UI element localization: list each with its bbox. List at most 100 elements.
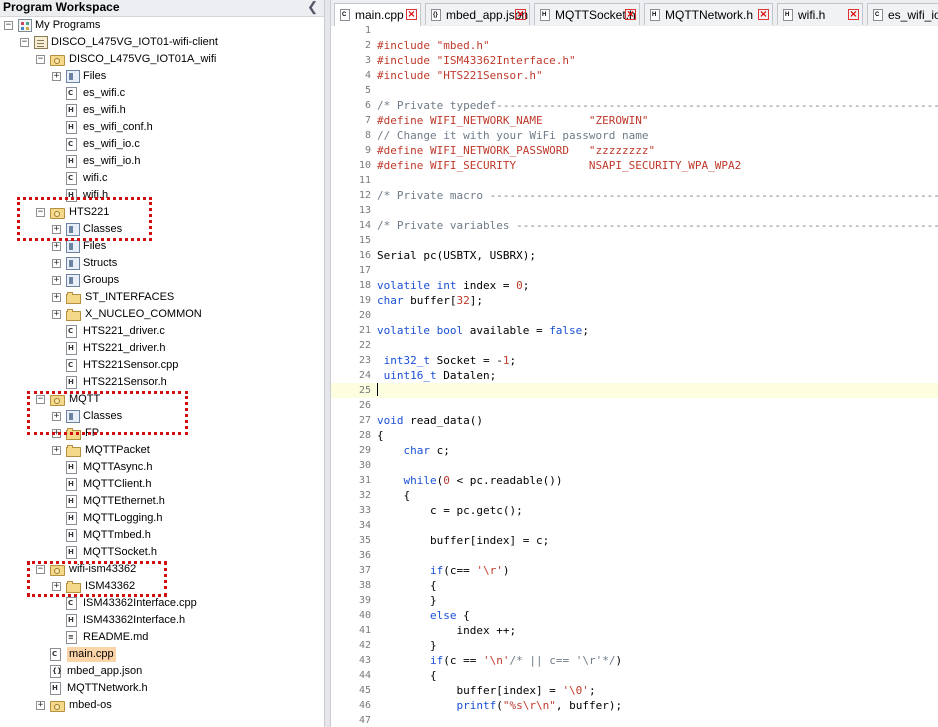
code-token: buffer[index] = c; bbox=[377, 534, 550, 547]
tree-item[interactable]: Ces_wifi.c bbox=[0, 85, 324, 102]
tree-item[interactable]: Ces_wifi_io.c bbox=[0, 136, 324, 153]
tree-item[interactable]: − DISCO_L475VG_IOT01A_wifi bbox=[0, 51, 324, 68]
tab-label: MQTTNetwork.h bbox=[665, 8, 754, 22]
code-line: 39 } bbox=[331, 593, 938, 608]
tree-item[interactable]: ≡ README.md bbox=[0, 629, 324, 646]
collapse-icon[interactable]: − bbox=[36, 395, 45, 404]
expand-icon[interactable]: + bbox=[52, 242, 61, 251]
collapse-icon[interactable]: − bbox=[20, 38, 29, 47]
tree-item[interactable]: H MQTTClient.h bbox=[0, 476, 324, 493]
tree-item[interactable]: + Files bbox=[0, 238, 324, 255]
tree-item[interactable]: + mbed-os bbox=[0, 697, 324, 714]
collapse-icon[interactable]: − bbox=[36, 208, 45, 217]
tree-item[interactable]: H MQTTmbed.h bbox=[0, 527, 324, 544]
code-line: 45 buffer[index] = '\0'; bbox=[331, 683, 938, 698]
tree-item[interactable]: + ISM43362 bbox=[0, 578, 324, 595]
line-number: 45 bbox=[358, 685, 371, 696]
tab-es-wifi-io-c[interactable]: Ces_wifi_io.c× bbox=[867, 3, 938, 25]
tree-item[interactable]: + MQTTPacket bbox=[0, 442, 324, 459]
tree-item-label: main.cpp bbox=[67, 647, 116, 662]
expand-icon[interactable]: + bbox=[52, 225, 61, 234]
collapse-icon[interactable]: − bbox=[36, 565, 45, 574]
tree-item[interactable]: H HTS221Sensor.h bbox=[0, 374, 324, 391]
file-icon: H bbox=[50, 682, 61, 695]
tree-item[interactable]: H MQTTEthernet.h bbox=[0, 493, 324, 510]
expand-icon[interactable]: + bbox=[52, 293, 61, 302]
expand-icon[interactable]: + bbox=[36, 701, 45, 710]
tree-item[interactable]: − wifi-ism43362 bbox=[0, 561, 324, 578]
code-token: buffer[index] = bbox=[377, 684, 563, 697]
line-number: 42 bbox=[358, 640, 371, 651]
tree-item[interactable]: Hes_wifi_io.h bbox=[0, 153, 324, 170]
tree-item[interactable]: H MQTTNetwork.h bbox=[0, 680, 324, 697]
code-text: Serial pc(USBTX, USBRX); bbox=[377, 248, 536, 263]
code-token: #define WIFI_SECURITY NSAPI_SECURITY_WPA… bbox=[377, 159, 742, 172]
tab-mqttsocket-h[interactable]: H MQTTSocket.h × bbox=[534, 3, 640, 25]
tree-item[interactable]: + ST_INTERFACES bbox=[0, 289, 324, 306]
tree-item[interactable]: + FP bbox=[0, 425, 324, 442]
tree-item[interactable]: C HTS221_driver.c bbox=[0, 323, 324, 340]
close-icon[interactable]: × bbox=[848, 9, 859, 20]
close-icon[interactable]: × bbox=[625, 9, 636, 20]
expand-icon[interactable]: + bbox=[52, 276, 61, 285]
tree-item-label: MQTTLogging.h bbox=[83, 512, 163, 524]
tree-item[interactable]: + Groups bbox=[0, 272, 324, 289]
tree-item[interactable]: + Classes bbox=[0, 221, 324, 238]
close-icon[interactable]: × bbox=[758, 9, 769, 20]
tab-mbed-app-json[interactable]: {} mbed_app.json × bbox=[425, 3, 530, 25]
expand-icon[interactable]: + bbox=[52, 310, 61, 319]
tree-item[interactable]: − HTS221 bbox=[0, 204, 324, 221]
tree-item[interactable]: {} mbed_app.json bbox=[0, 663, 324, 680]
tree-item[interactable]: + Structs bbox=[0, 255, 324, 272]
expand-icon[interactable]: + bbox=[52, 259, 61, 268]
code-line: 10 #define WIFI_SECURITY NSAPI_SECURITY_W… bbox=[331, 158, 938, 173]
tree-item-label: es_wifi.c bbox=[83, 87, 126, 99]
tree-item[interactable]: + Classes bbox=[0, 408, 324, 425]
tree-item[interactable]: − My Programs bbox=[0, 17, 324, 34]
tree-item[interactable]: + Files bbox=[0, 68, 324, 85]
tree-item[interactable]: C ISM43362Interface.cpp bbox=[0, 595, 324, 612]
tree-item[interactable]: − MQTT bbox=[0, 391, 324, 408]
tree-item[interactable]: Hes_wifi.h bbox=[0, 102, 324, 119]
expand-icon[interactable]: + bbox=[52, 429, 61, 438]
close-icon[interactable]: × bbox=[406, 9, 417, 20]
tree-item[interactable]: H ISM43362Interface.h bbox=[0, 612, 324, 629]
tree-item[interactable]: C HTS221Sensor.cpp bbox=[0, 357, 324, 374]
line-number: 9 bbox=[364, 145, 371, 156]
collapse-icon[interactable]: − bbox=[4, 21, 13, 30]
code-line: 13 bbox=[331, 203, 938, 218]
collapse-icon[interactable]: − bbox=[36, 55, 45, 64]
chevron-left-icon[interactable]: ❮ bbox=[307, 0, 318, 14]
tree-item-label: Files bbox=[83, 70, 107, 82]
expand-icon[interactable]: + bbox=[52, 72, 61, 81]
tree-item[interactable]: + X_NUCLEO_COMMON bbox=[0, 306, 324, 323]
tree-item[interactable]: Hwifi.h bbox=[0, 187, 324, 204]
tree-item[interactable]: − DISCO_L475VG_IOT01-wifi-client bbox=[0, 34, 324, 51]
tab-label: MQTTSocket.h bbox=[555, 8, 636, 22]
line-number: 20 bbox=[358, 310, 371, 321]
tab-main-cpp[interactable]: Cmain.cpp × bbox=[334, 3, 421, 26]
tree-item[interactable]: Hes_wifi_conf.h bbox=[0, 119, 324, 136]
code-token: } bbox=[377, 594, 437, 607]
code-text: printf("%s\r\n", buffer); bbox=[377, 698, 622, 713]
code-token: #define WIFI_NETWORK_NAME "ZEROWIN" bbox=[377, 114, 649, 127]
line-number: 22 bbox=[358, 340, 371, 351]
tree-item[interactable]: H MQTTSocket.h bbox=[0, 544, 324, 561]
code-editor[interactable]: 1 2 #include "mbed.h" 3 #include "ISM43362In… bbox=[331, 26, 938, 727]
expand-icon[interactable]: + bbox=[52, 446, 61, 455]
tree-item-label: HTS221_driver.c bbox=[83, 325, 165, 337]
code-token: buffer[ bbox=[403, 294, 457, 307]
tree-item[interactable]: H MQTTLogging.h bbox=[0, 510, 324, 527]
tree-item[interactable]: Cmain.cpp bbox=[0, 646, 324, 663]
expand-icon[interactable]: + bbox=[52, 582, 61, 591]
expand-icon[interactable]: + bbox=[52, 412, 61, 421]
panel-splitter[interactable] bbox=[324, 0, 331, 727]
tree-item[interactable]: H MQTTAsync.h bbox=[0, 459, 324, 476]
tab-wifi-h[interactable]: Hwifi.h × bbox=[777, 3, 863, 25]
tree-item[interactable]: H HTS221_driver.h bbox=[0, 340, 324, 357]
line-number: 13 bbox=[358, 205, 371, 216]
close-icon[interactable]: × bbox=[515, 9, 526, 20]
tab-mqttnetwork-h[interactable]: H MQTTNetwork.h × bbox=[644, 3, 773, 25]
tree-item[interactable]: Cwifi.c bbox=[0, 170, 324, 187]
